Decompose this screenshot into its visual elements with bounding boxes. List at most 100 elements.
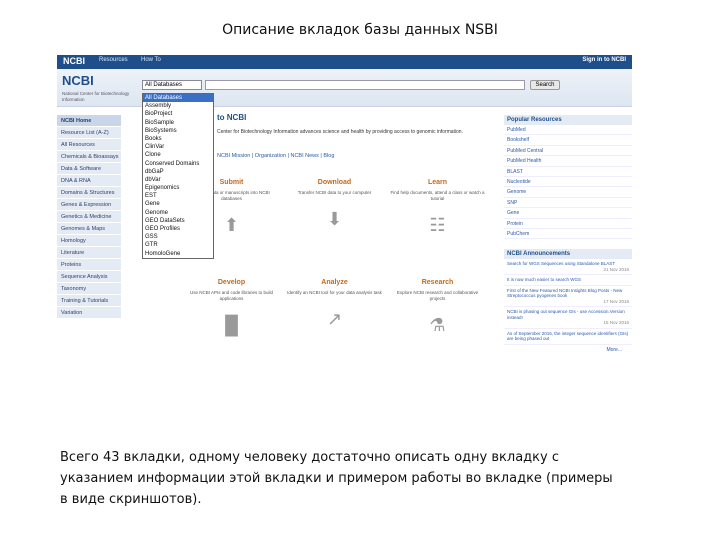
announcement-item[interactable]: First of the New Featured NCBI Insights …	[504, 286, 632, 308]
popular-resource-link[interactable]: Bookshelf	[504, 135, 632, 146]
sidebar-item[interactable]: Genomes & Maps	[57, 223, 121, 235]
database-select[interactable]: All Databases	[142, 80, 202, 90]
popular-resource-link[interactable]: BLAST	[504, 167, 632, 177]
dropdown-option[interactable]: Genome	[143, 209, 213, 217]
popular-resource-link[interactable]: Nucleotide	[504, 177, 632, 188]
search-button[interactable]: Search	[530, 80, 560, 90]
dropdown-option[interactable]: BioSystems	[143, 127, 213, 135]
announcement-item[interactable]: NCBI is phasing out sequence GIs - use A…	[504, 307, 632, 329]
sidebar-item[interactable]: Genes & Expression	[57, 199, 121, 211]
dropdown-option[interactable]: dbVar	[143, 176, 213, 184]
popular-resource-link[interactable]: PubMed	[504, 125, 632, 136]
announcement-date: 15 Nov 2016	[603, 320, 629, 326]
dropdown-option[interactable]: Conserved Domains	[143, 160, 213, 168]
task-title: Develop	[217, 279, 246, 286]
sidebar-item[interactable]: Chemicals & Bioassays	[57, 151, 121, 163]
dropdown-option[interactable]: Books	[143, 135, 213, 143]
announcement-text: NCBI is phasing out sequence GIs - use A…	[507, 309, 625, 320]
announcement-item[interactable]: Search for WGS Sequences using Standalon…	[504, 259, 632, 276]
ncbi-topbar: NCBI Resources How To Sign in to NCBI	[57, 55, 632, 69]
announcement-date: 17 Nov 2016	[603, 298, 629, 304]
flask-icon: ⚗	[429, 315, 446, 335]
announcements-heading: NCBI Announcements	[504, 249, 632, 260]
intro-links[interactable]: NCBI Mission | Organization | NCBI News …	[217, 153, 334, 159]
task-description: Use NCBI APIs and code libraries to buil…	[189, 290, 274, 301]
sidebar-item[interactable]: DNA & RNA	[57, 175, 121, 187]
task-title: Download	[317, 179, 352, 186]
task-title: Learn	[427, 179, 448, 186]
dropdown-option[interactable]: GEO Profiles	[143, 225, 213, 233]
task-research[interactable]: Research Explore NCBI research and colla…	[390, 279, 485, 336]
task-analyze[interactable]: Analyze Identify an NCBI tool for your d…	[287, 279, 382, 330]
announcement-text: First of the New Featured NCBI Insights …	[507, 287, 623, 299]
upload-icon: ⬆	[223, 215, 240, 235]
dropdown-option[interactable]: GEO DataSets	[143, 217, 213, 225]
howto-menu[interactable]: How To	[141, 57, 161, 63]
sidebar-item[interactable]: Variation	[57, 307, 121, 319]
popular-resource-link[interactable]: Protein	[504, 219, 632, 229]
task-download[interactable]: Download Transfer NCBI data to your comp…	[287, 179, 382, 230]
dropdown-option[interactable]: EST	[143, 192, 213, 200]
popular-resource-link[interactable]: Gene	[504, 208, 632, 219]
more-link[interactable]: More...	[504, 347, 632, 353]
search-input[interactable]	[205, 80, 525, 90]
dropdown-option[interactable]: Clone	[143, 151, 213, 159]
blocks-icon: █	[225, 315, 238, 335]
book-icon: ☷	[429, 215, 446, 235]
task-description: Explore NCBI research and collaborative …	[396, 290, 479, 301]
sidebar-item[interactable]: Genetics & Medicine	[57, 211, 121, 223]
ncbi-screenshot: NCBI Resources How To Sign in to NCBI NC…	[57, 55, 632, 437]
sidebar-item[interactable]: Sequence Analysis	[57, 271, 121, 283]
intro-text: Center for Biotechnology Information adv…	[217, 129, 463, 135]
topbar-logo[interactable]: NCBI	[63, 56, 85, 66]
dropdown-option[interactable]: Assembly	[143, 102, 213, 110]
announcement-text: Search for WGS Sequences using Standalon…	[507, 261, 616, 267]
sidebar: NCBI Home Resource List (A-Z) All Resour…	[57, 115, 121, 319]
ncbi-logo-subtitle: National Center for Biotechnology Inform…	[62, 91, 130, 102]
dropdown-option[interactable]: GTR	[143, 241, 213, 249]
popular-resource-link[interactable]: PubMed Central	[504, 146, 632, 157]
sidebar-item[interactable]: NCBI Home	[57, 115, 121, 127]
chart-icon: ↗	[326, 309, 343, 329]
announcement-item[interactable]: It is now much easier to search WGS	[504, 275, 632, 286]
dropdown-option[interactable]: GSS	[143, 233, 213, 241]
task-description: Identify an NCBI tool for your data anal…	[287, 290, 382, 295]
right-column: Popular Resources PubMed Bookshelf PubMe…	[504, 115, 632, 353]
task-develop[interactable]: Develop Use NCBI APIs and code libraries…	[184, 279, 279, 336]
task-description: Transfer NCBI data to your computer	[297, 190, 372, 195]
dropdown-option[interactable]: HomoloGene	[143, 250, 213, 258]
slide-caption: Всего 43 вкладки, одному человеку достат…	[60, 450, 613, 507]
sidebar-item[interactable]: Data & Software	[57, 163, 121, 175]
task-title: Analyze	[321, 279, 348, 286]
resources-menu[interactable]: Resources	[99, 57, 128, 63]
dropdown-option[interactable]: dbGaP	[143, 168, 213, 176]
sidebar-item[interactable]: Proteins	[57, 259, 121, 271]
sidebar-item[interactable]: Taxonomy	[57, 283, 121, 295]
popular-resource-link[interactable]: SNP	[504, 198, 632, 209]
welcome-heading: to NCBI	[217, 113, 247, 122]
signin-link[interactable]: Sign in to NCBI	[582, 57, 626, 63]
download-icon: ⬇	[326, 209, 343, 229]
announcement-item[interactable]: As of September 2016, the integer sequen…	[504, 329, 632, 345]
task-description: Find help documents, attend a class or w…	[390, 190, 485, 201]
popular-resource-link[interactable]: PubMed Health	[504, 156, 632, 167]
dropdown-option[interactable]: Gene	[143, 200, 213, 208]
sidebar-item[interactable]: All Resources	[57, 139, 121, 151]
dropdown-option[interactable]: BioProject	[143, 110, 213, 118]
sidebar-item[interactable]: Homology	[57, 235, 121, 247]
sidebar-item[interactable]: Domains & Structures	[57, 187, 121, 199]
dropdown-option[interactable]: Epigenomics	[143, 184, 213, 192]
ncbi-logo[interactable]: NCBI	[62, 73, 94, 88]
popular-resource-link[interactable]: PubChem	[504, 229, 632, 240]
dropdown-option[interactable]: ClinVar	[143, 143, 213, 151]
dropdown-option[interactable]: All Databases	[143, 94, 213, 103]
sidebar-item[interactable]: Resource List (A-Z)	[57, 127, 121, 139]
database-dropdown-list[interactable]: All Databases Assembly BioProject BioSam…	[142, 93, 214, 259]
dropdown-option[interactable]: BioSample	[143, 119, 213, 127]
task-title: Research	[421, 279, 454, 286]
task-learn[interactable]: Learn Find help documents, attend a clas…	[390, 179, 485, 236]
sidebar-item[interactable]: Literature	[57, 247, 121, 259]
popular-resource-link[interactable]: Genome	[504, 187, 632, 198]
sidebar-item[interactable]: Training & Tutorials	[57, 295, 121, 307]
announcement-date: 21 Nov 2016	[603, 266, 629, 272]
